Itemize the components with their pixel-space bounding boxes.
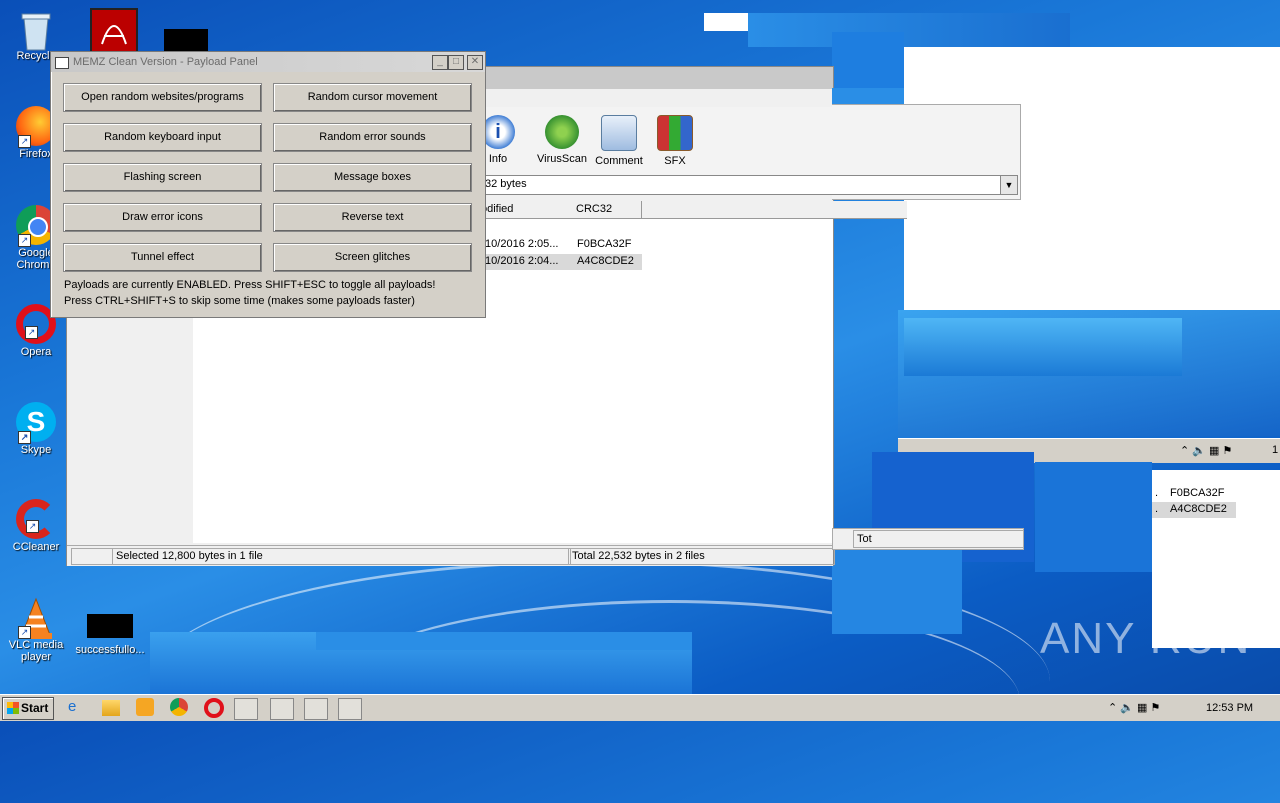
windows-logo-icon bbox=[7, 702, 19, 714]
cell-crc: A4C8CDE2 bbox=[577, 255, 634, 267]
payload-screen-glitches-button[interactable]: Screen glitches bbox=[273, 243, 472, 272]
explorer-icon[interactable] bbox=[102, 700, 120, 716]
glitch-cell: A4C8CDE2 bbox=[1170, 503, 1227, 515]
info-icon: i bbox=[481, 115, 515, 149]
cell-modified: /10/2016 2:05... bbox=[482, 238, 559, 250]
glitch-block bbox=[904, 318, 1182, 376]
close-button[interactable]: ✕ bbox=[467, 55, 483, 70]
path-combo[interactable]: 32 bytes ▼ bbox=[480, 175, 1018, 195]
status-total: Total 22,532 bytes in 2 files bbox=[568, 548, 835, 565]
table-row[interactable]: /10/2016 2:04... A4C8CDE2 bbox=[477, 254, 642, 270]
status-selected: Selected 12,800 bytes in 1 file bbox=[112, 548, 571, 565]
winrar-status-ext: Tot bbox=[832, 528, 1024, 550]
recycle-bin-icon bbox=[16, 8, 56, 51]
desktop-icon-label: Opera bbox=[20, 346, 52, 358]
path-value: 32 bytes bbox=[485, 178, 527, 190]
tray-icons[interactable]: ⌃ 🔈 ▦ ⚑ bbox=[1108, 698, 1160, 718]
desktop-icon-successful[interactable]: successfullo... bbox=[75, 614, 145, 656]
acrobat-icon[interactable] bbox=[90, 8, 138, 56]
winrar-statusbar: Selected 12,800 bytes in 1 file Total 22… bbox=[67, 545, 835, 566]
skype-icon: S ↗ bbox=[16, 402, 56, 444]
toolbar-label: Comment bbox=[595, 155, 643, 167]
taskbar-window-button[interactable] bbox=[338, 698, 362, 720]
window-icon bbox=[55, 57, 69, 69]
desktop-icon-label: successfullo... bbox=[75, 644, 145, 656]
start-button[interactable]: Start bbox=[2, 697, 54, 720]
glitch-block bbox=[832, 88, 904, 104]
media-player-icon[interactable] bbox=[136, 698, 154, 716]
toolbar-label: Info bbox=[488, 153, 508, 165]
winrar-taskbar-button[interactable] bbox=[234, 698, 258, 720]
payload-cursor-movement-button[interactable]: Random cursor movement bbox=[273, 83, 472, 112]
minimize-button[interactable]: _ bbox=[432, 55, 448, 70]
column-header-crc32[interactable]: CRC32 bbox=[572, 201, 642, 219]
column-header-modified[interactable]: odified bbox=[477, 201, 573, 219]
glitch-cell: . bbox=[1155, 487, 1159, 499]
payload-error-icons-button[interactable]: Draw error icons bbox=[63, 203, 262, 232]
vlc-icon: ↗ bbox=[16, 597, 56, 639]
toolbar-sfx-button[interactable]: SFX bbox=[648, 115, 702, 167]
watermark-text: ANY RUN bbox=[1040, 614, 1252, 663]
desktop-icon-label: CCleaner bbox=[12, 541, 60, 553]
payload-reverse-text-button[interactable]: Reverse text bbox=[273, 203, 472, 232]
tray-icons: ⌃ 🔈 ▦ ⚑ bbox=[1180, 445, 1233, 457]
chrome-taskbar-icon[interactable] bbox=[170, 698, 188, 716]
console-icon[interactable] bbox=[164, 29, 208, 51]
ccleaner-icon: ↗ bbox=[16, 499, 56, 539]
payload-error-sounds-button[interactable]: Random error sounds bbox=[273, 123, 472, 152]
column-header-empty bbox=[642, 201, 907, 219]
memz-title: MEMZ Clean Version - Payload Panel bbox=[73, 56, 258, 68]
cell-modified: /10/2016 2:04... bbox=[482, 255, 559, 267]
taskbar-window-button[interactable] bbox=[304, 698, 328, 720]
payload-keyboard-input-button[interactable]: Random keyboard input bbox=[63, 123, 262, 152]
cell-crc: F0BCA32F bbox=[577, 238, 632, 250]
toolbar-label: SFX bbox=[664, 155, 686, 167]
glitch-row: . A4C8CDE2 bbox=[1152, 502, 1236, 518]
sfx-icon bbox=[657, 115, 693, 151]
payload-message-boxes-button[interactable]: Message boxes bbox=[273, 163, 472, 192]
glitch-cell: F0BCA32F bbox=[1170, 487, 1225, 499]
comment-icon bbox=[601, 115, 637, 151]
glitch-block bbox=[748, 13, 1070, 47]
maximize-button[interactable]: □ bbox=[448, 55, 464, 70]
taskbar: Start e ⌃ 🔈 ▦ ⚑ 12:53 PM bbox=[0, 694, 1280, 721]
payload-open-websites-button[interactable]: Open random websites/programs bbox=[63, 83, 262, 112]
virus-scan-icon bbox=[545, 115, 579, 149]
console-file-icon bbox=[87, 614, 133, 638]
desktop-icon-vlc[interactable]: ↗ VLC media player bbox=[1, 597, 71, 663]
glitch-cell: . bbox=[1155, 503, 1159, 515]
clock[interactable]: 12:53 PM bbox=[1206, 698, 1253, 718]
payload-status-note: Payloads are currently ENABLED. Press SH… bbox=[64, 279, 436, 291]
glitch-row: . F0BCA32F bbox=[1152, 486, 1236, 502]
glitch-block bbox=[704, 13, 748, 31]
desktop-icon-skype[interactable]: S ↗ Skype bbox=[1, 402, 71, 456]
glitch-block bbox=[832, 548, 962, 634]
memz-titlebar[interactable]: MEMZ Clean Version - Payload Panel _ □ ✕ bbox=[51, 52, 485, 72]
toolbar-label: VirusScan bbox=[537, 153, 587, 165]
opera-taskbar-icon[interactable] bbox=[204, 698, 224, 718]
payload-flashing-screen-button[interactable]: Flashing screen bbox=[63, 163, 262, 192]
status-fragment: Tot bbox=[853, 530, 1024, 548]
memz-window: MEMZ Clean Version - Payload Panel _ □ ✕… bbox=[50, 51, 486, 318]
toolbar-comment-button[interactable]: Comment bbox=[592, 115, 646, 167]
tray-fragment: 1 bbox=[1272, 444, 1279, 456]
table-row[interactable]: /10/2016 2:05... F0BCA32F bbox=[477, 237, 642, 253]
anyrun-watermark: ANY RUN bbox=[1040, 614, 1251, 664]
payload-skip-note: Press CTRL+SHIFT+S to skip some time (ma… bbox=[64, 295, 415, 307]
taskbar-window-button[interactable] bbox=[270, 698, 294, 720]
desktop-icon-ccleaner[interactable]: ↗ CCleaner bbox=[1, 499, 71, 553]
ie-icon[interactable]: e bbox=[68, 698, 90, 718]
status-segment bbox=[71, 548, 113, 565]
desktop-icon-label: VLC media player bbox=[8, 639, 64, 663]
glitch-block bbox=[1035, 462, 1152, 572]
desktop-icon-label: Skype bbox=[20, 444, 52, 456]
chevron-down-icon[interactable]: ▼ bbox=[1000, 176, 1017, 194]
glitch-block bbox=[316, 632, 692, 650]
toolbar-virusscan-button[interactable]: VirusScan bbox=[535, 115, 589, 165]
payload-tunnel-effect-button[interactable]: Tunnel effect bbox=[63, 243, 262, 272]
start-label: Start bbox=[21, 701, 49, 715]
